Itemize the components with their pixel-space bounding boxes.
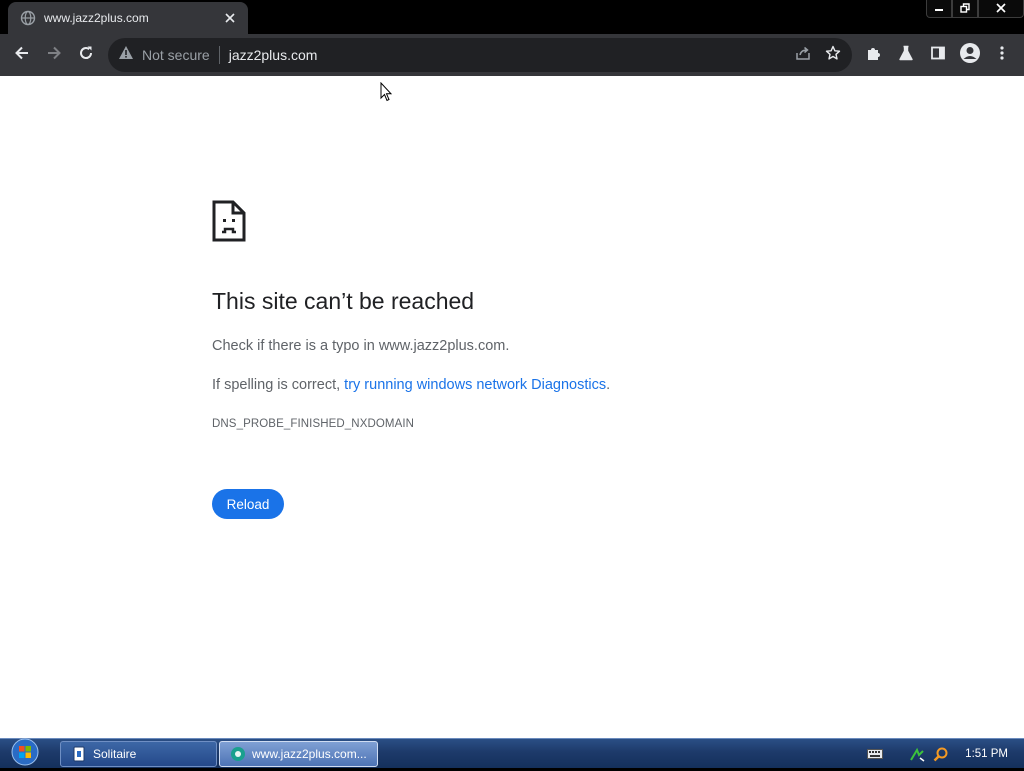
mouse-cursor-icon <box>380 81 393 102</box>
error-code: DNS_PROBE_FINISHED_NXDOMAIN <box>212 418 415 430</box>
clock[interactable]: 1:51 PM <box>965 748 1008 760</box>
share-button[interactable] <box>788 40 818 70</box>
windows-orb-icon <box>11 738 39 771</box>
minimize-icon <box>934 0 944 18</box>
close-icon[interactable] <box>222 10 238 26</box>
url-text[interactable]: jazz2plus.com <box>229 47 788 63</box>
error-title: This site can’t be reached <box>212 288 475 314</box>
kebab-menu-icon <box>999 45 1005 66</box>
window-controls <box>926 0 1024 18</box>
profile-icon <box>959 42 981 69</box>
diagnostics-prefix: If spelling is correct, <box>212 377 345 393</box>
reload-page-button[interactable]: Reload <box>212 489 284 519</box>
page-content: This site can’t be reached Check if ther… <box>0 76 1024 738</box>
window-close-button[interactable] <box>978 0 1024 18</box>
omnibox-divider <box>218 46 220 64</box>
sad-page-icon <box>212 200 246 242</box>
error-suggestion-typo: Check if there is a typo in www.jazz2plu… <box>212 338 510 354</box>
reload-button[interactable] <box>71 40 101 70</box>
error-suggestion-diagnostics: If spelling is correct, try running wind… <box>212 377 610 393</box>
tab-strip: www.jazz2plus.com <box>0 0 1024 34</box>
menu-button[interactable] <box>986 40 1018 70</box>
network-icon[interactable] <box>905 742 929 766</box>
forward-arrow-icon <box>45 44 63 67</box>
security-label: Not secure <box>142 47 210 63</box>
profile-button[interactable] <box>954 40 986 70</box>
side-panel-button[interactable] <box>922 40 954 70</box>
system-tray: 1:51 PM <box>863 739 1024 769</box>
forward-button[interactable] <box>39 40 69 70</box>
flask-icon <box>898 45 914 66</box>
star-icon <box>825 45 841 66</box>
warning-icon <box>118 45 134 65</box>
back-button[interactable] <box>7 40 37 70</box>
bookmark-button[interactable] <box>818 40 848 70</box>
taskbar: Solitaire www.jazz2plus.com... 1:51 PM <box>0 738 1024 768</box>
taskbar-item-label: Solitaire <box>93 747 137 761</box>
browser-tab[interactable]: www.jazz2plus.com <box>8 2 248 34</box>
toolbar-actions <box>858 40 1018 70</box>
extensions-button[interactable] <box>858 40 890 70</box>
restore-button[interactable] <box>952 0 978 18</box>
diagnostics-link[interactable]: try running windows network Diagnostics <box>344 377 606 393</box>
globe-icon <box>20 10 36 26</box>
side-panel-icon <box>930 45 946 66</box>
taskbar-item-browser[interactable]: www.jazz2plus.com... <box>219 741 378 767</box>
taskbar-item-solitaire[interactable]: Solitaire <box>60 741 217 767</box>
restore-icon <box>960 0 970 18</box>
security-indicator[interactable]: Not secure <box>118 38 210 72</box>
search-icon[interactable] <box>929 742 953 766</box>
back-arrow-icon <box>13 44 31 67</box>
reload-icon <box>77 44 95 67</box>
taskbar-item-label: www.jazz2plus.com... <box>252 747 367 761</box>
keyboard-icon[interactable] <box>863 742 887 766</box>
puzzle-icon <box>866 45 882 66</box>
labs-button[interactable] <box>890 40 922 70</box>
close-icon <box>996 0 1006 18</box>
solitaire-icon <box>71 746 87 762</box>
diagnostics-suffix: . <box>606 377 611 393</box>
start-button[interactable] <box>4 738 46 771</box>
minimize-button[interactable] <box>926 0 952 18</box>
browser-icon <box>230 746 246 762</box>
address-bar[interactable]: Not secure jazz2plus.com <box>108 38 852 72</box>
share-icon <box>795 45 811 66</box>
tab-title: www.jazz2plus.com <box>44 11 149 25</box>
